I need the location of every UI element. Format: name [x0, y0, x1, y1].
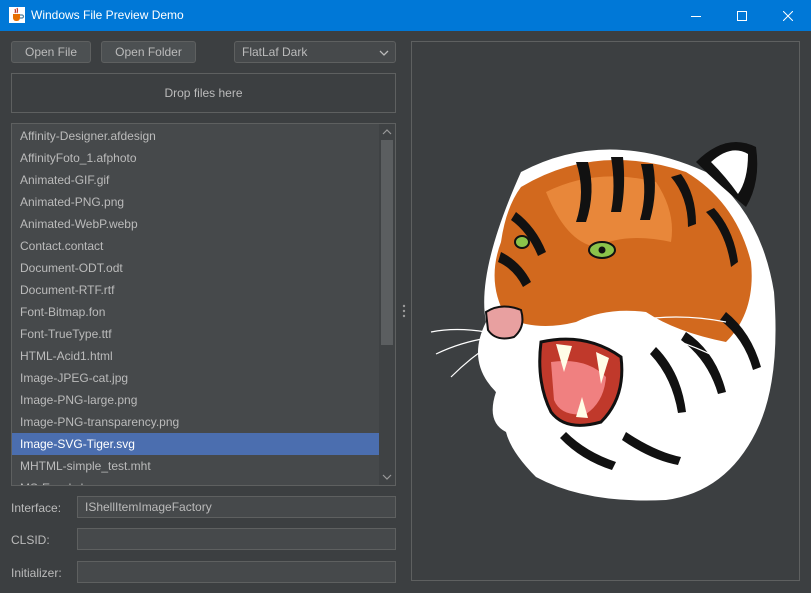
maximize-button[interactable] — [719, 0, 765, 31]
open-folder-button[interactable]: Open Folder — [101, 41, 196, 63]
list-item[interactable]: MS-Excel.xlsx — [12, 477, 380, 485]
theme-select[interactable]: FlatLaf Dark — [234, 41, 396, 63]
clsid-field[interactable] — [77, 528, 396, 550]
list-item[interactable]: Animated-PNG.png — [12, 191, 380, 213]
preview-pane — [411, 41, 800, 581]
list-item[interactable]: MHTML-simple_test.mht — [12, 455, 380, 477]
scroll-down-button[interactable] — [379, 469, 395, 485]
minimize-icon — [691, 15, 701, 17]
list-item[interactable]: Font-Bitmap.fon — [12, 301, 380, 323]
list-item[interactable]: Document-ODT.odt — [12, 257, 380, 279]
open-file-button[interactable]: Open File — [11, 41, 91, 63]
drop-zone-label: Drop files here — [164, 86, 243, 100]
java-cup-icon[interactable] — [9, 7, 25, 23]
list-item[interactable]: Font-TrueType.ttf — [12, 323, 380, 345]
interface-field[interactable]: IShellItemImageFactory — [77, 496, 396, 518]
scroll-thumb[interactable] — [381, 140, 393, 345]
minimize-button[interactable] — [673, 0, 719, 31]
close-icon — [783, 10, 793, 21]
list-item[interactable]: Image-PNG-large.png — [12, 389, 380, 411]
file-list[interactable]: Affinity-Designer.afdesign AffinityFoto_… — [11, 123, 396, 486]
list-item-selected[interactable]: Image-SVG-Tiger.svg — [12, 433, 380, 455]
splitter-handle[interactable] — [402, 304, 406, 321]
list-item[interactable]: Contact.contact — [12, 235, 380, 257]
window-title: Windows File Preview Demo — [31, 8, 184, 22]
list-item[interactable]: Animated-GIF.gif — [12, 169, 380, 191]
interface-label: Interface: — [11, 501, 62, 515]
list-item[interactable]: HTML-Acid1.html — [12, 345, 380, 367]
chevron-down-icon — [382, 474, 392, 480]
list-item[interactable]: Image-JPEG-cat.jpg — [12, 367, 380, 389]
list-item[interactable]: Affinity-Designer.afdesign — [12, 125, 380, 147]
theme-select-value: FlatLaf Dark — [242, 45, 308, 59]
maximize-icon — [737, 10, 747, 21]
list-item[interactable]: Animated-WebP.webp — [12, 213, 380, 235]
drop-zone[interactable]: Drop files here — [11, 73, 396, 113]
list-item[interactable]: Image-PNG-transparency.png — [12, 411, 380, 433]
clsid-label: CLSID: — [11, 533, 50, 547]
list-item[interactable]: AffinityFoto_1.afphoto — [12, 147, 380, 169]
tiger-image — [430, 142, 776, 501]
initializer-label: Initializer: — [11, 566, 62, 580]
chevron-up-icon — [382, 129, 392, 135]
scroll-up-button[interactable] — [379, 124, 395, 140]
grip-icon — [402, 304, 406, 318]
close-button[interactable] — [765, 0, 811, 31]
chevron-down-icon — [379, 47, 389, 61]
initializer-field[interactable] — [77, 561, 396, 583]
title-bar: Windows File Preview Demo — [0, 0, 811, 31]
list-item[interactable]: Document-RTF.rtf — [12, 279, 380, 301]
file-list-scrollbar[interactable] — [379, 124, 395, 485]
